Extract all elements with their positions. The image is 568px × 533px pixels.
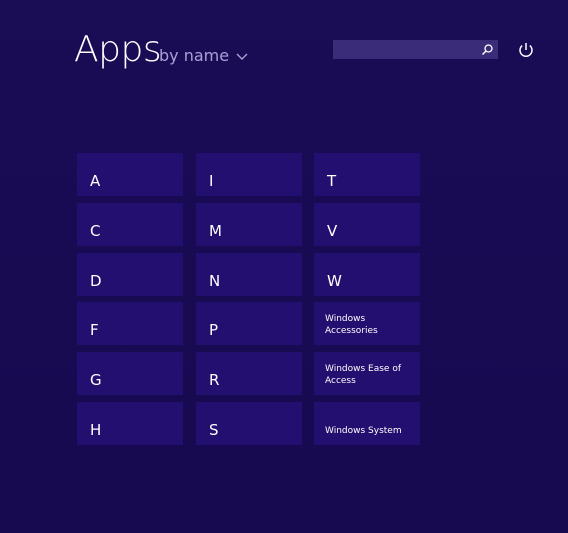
- group-tile-i[interactable]: I: [196, 153, 302, 196]
- sort-label: by name: [159, 46, 230, 65]
- tile-label: S: [209, 421, 219, 439]
- group-tile-windows-system[interactable]: Windows System: [314, 402, 420, 445]
- group-tile-w[interactable]: W: [314, 253, 420, 296]
- tile-label: C: [90, 222, 101, 240]
- group-tile-h[interactable]: H: [77, 402, 183, 445]
- group-tile-windows-ease-of-access[interactable]: Windows Ease of Access: [314, 352, 420, 395]
- tile-label: Windows System: [325, 426, 402, 436]
- group-tile-g[interactable]: G: [77, 352, 183, 395]
- tile-label: A: [90, 172, 101, 190]
- group-tile-m[interactable]: M: [196, 203, 302, 246]
- group-tile-v[interactable]: V: [314, 203, 420, 246]
- tile-label: M: [209, 222, 222, 240]
- chevron-down-icon: [236, 53, 248, 60]
- tile-label: R: [209, 371, 220, 389]
- page-title: Apps: [74, 29, 162, 70]
- group-tile-f[interactable]: F: [77, 302, 183, 345]
- tile-label: V: [327, 222, 338, 240]
- power-icon[interactable]: [517, 41, 535, 59]
- tile-label: N: [209, 272, 221, 290]
- group-tile-a[interactable]: A: [77, 153, 183, 196]
- group-tile-windows-accessories[interactable]: Windows Accessories: [314, 302, 420, 345]
- group-tile-r[interactable]: R: [196, 352, 302, 395]
- tile-label: W: [327, 272, 342, 290]
- tile-label: Windows Accessories: [325, 314, 378, 336]
- search-icon[interactable]: [481, 43, 494, 56]
- tile-label: G: [90, 371, 102, 389]
- tile-label: H: [90, 421, 102, 439]
- search-box[interactable]: [333, 40, 498, 59]
- group-tile-c[interactable]: C: [77, 203, 183, 246]
- group-tile-p[interactable]: P: [196, 302, 302, 345]
- search-input[interactable]: [333, 40, 478, 59]
- tile-label: Windows Ease of Access: [325, 364, 401, 386]
- tile-label: D: [90, 272, 102, 290]
- start-screen-apps-view: Apps by name A C D F G H I M N P R S T V…: [0, 0, 568, 533]
- group-tile-s[interactable]: S: [196, 402, 302, 445]
- tile-label: I: [209, 172, 214, 190]
- tile-label: F: [90, 321, 99, 339]
- group-tile-t[interactable]: T: [314, 153, 420, 196]
- sort-by-name-toggle[interactable]: by name: [159, 46, 249, 66]
- group-tile-n[interactable]: N: [196, 253, 302, 296]
- group-tile-d[interactable]: D: [77, 253, 183, 296]
- tile-label: P: [209, 321, 219, 339]
- tile-label: T: [327, 172, 337, 190]
